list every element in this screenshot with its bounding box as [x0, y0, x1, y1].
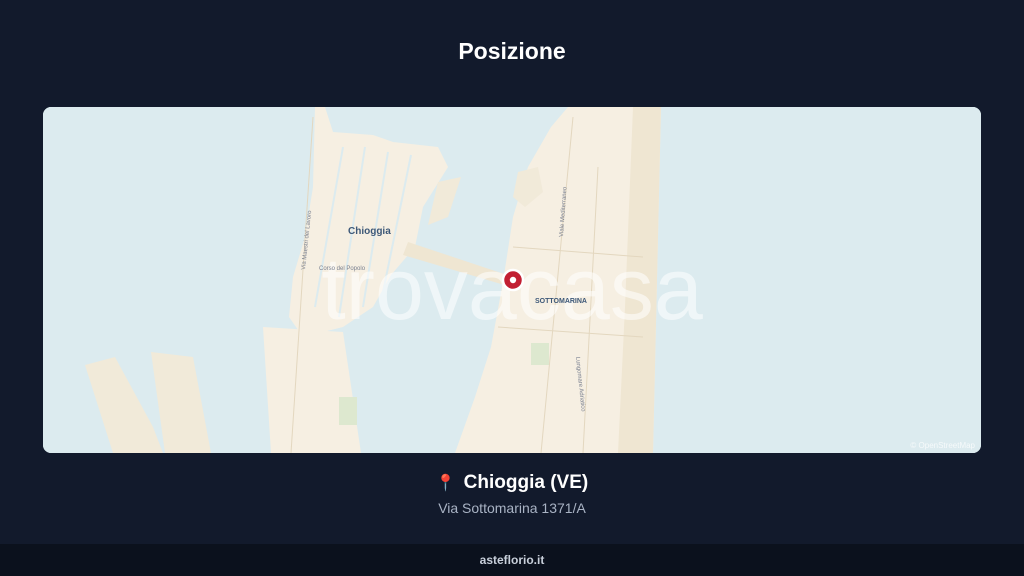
location-marker-icon[interactable]	[501, 268, 525, 292]
map[interactable]: trovacasa Chioggia SOTTOMARINA Via Maest…	[43, 107, 981, 453]
map-label-street: Corso del Popolo	[319, 266, 366, 272]
park	[339, 397, 357, 425]
park	[531, 343, 549, 365]
map-canvas[interactable]: trovacasa Chioggia SOTTOMARINA Via Maest…	[43, 107, 981, 453]
location-heading: 📍 Chioggia (VE)	[0, 472, 1024, 494]
footer: asteflorio.it	[0, 544, 1024, 576]
location-address: Via Sottomarina 1371/A	[438, 500, 586, 516]
footer-site-link[interactable]: asteflorio.it	[480, 553, 545, 567]
pin-icon: 📍	[435, 475, 456, 492]
page-title: Posizione	[458, 38, 566, 64]
map-label-district: SOTTOMARINA	[535, 298, 587, 305]
location-city: Chioggia (VE)	[463, 472, 589, 493]
map-label-city: Chioggia	[348, 226, 391, 237]
map-attribution[interactable]: © OpenStreetMap	[910, 441, 975, 450]
